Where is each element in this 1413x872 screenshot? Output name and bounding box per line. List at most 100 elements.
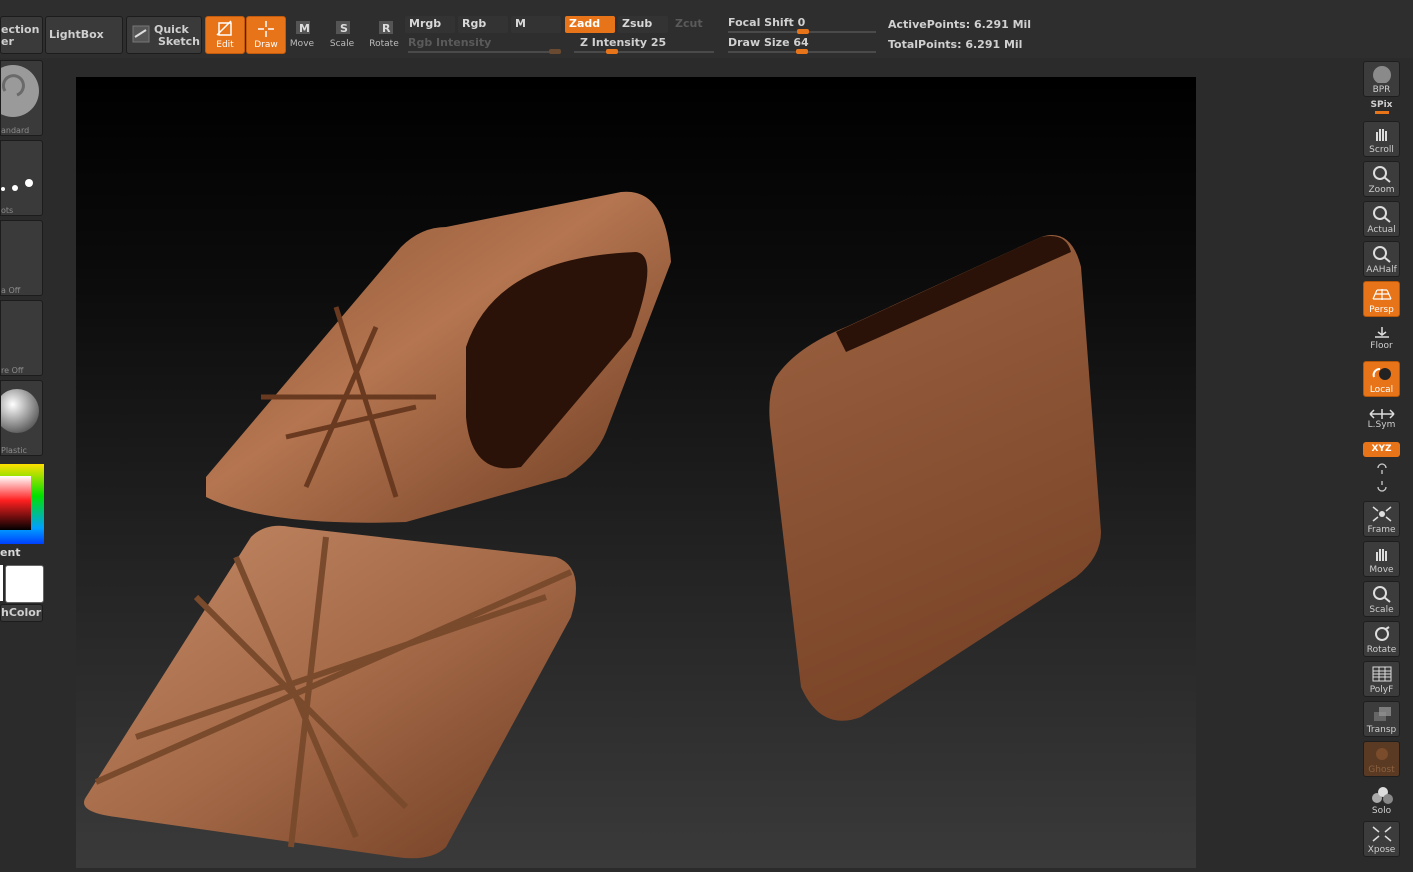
gradient-label: ent bbox=[0, 546, 21, 559]
z-intensity-value: 25 bbox=[650, 36, 667, 49]
rotate-y-icon bbox=[1376, 463, 1387, 474]
scroll-label: Scroll bbox=[1369, 145, 1394, 155]
right-shelf: BPR SPix Scroll Zoom Actual AAHalf Persp… bbox=[1356, 58, 1413, 868]
active-points-value: 6.291 Mil bbox=[973, 18, 1032, 31]
polyframe-grid-icon bbox=[1372, 666, 1391, 682]
solo-button[interactable]: Solo bbox=[1363, 786, 1400, 816]
local-button[interactable]: Local bbox=[1363, 361, 1400, 397]
edit-button[interactable]: Edit bbox=[205, 16, 245, 54]
mrgb-toggle[interactable]: Mrgb bbox=[405, 16, 455, 33]
scroll-button[interactable]: Scroll bbox=[1363, 121, 1400, 157]
scale-tool-icon: S bbox=[336, 21, 350, 35]
rotate-tool-icon: R bbox=[379, 21, 393, 35]
quick-sketch-button[interactable]: Quick Sketch bbox=[126, 16, 202, 54]
spix-slider[interactable]: SPix bbox=[1363, 100, 1400, 114]
rgb-toggle[interactable]: Rgb bbox=[458, 16, 508, 33]
dots-stroke-icon bbox=[1, 179, 33, 191]
m-toggle[interactable]: M bbox=[511, 16, 561, 33]
ghost-label: Ghost bbox=[1368, 765, 1395, 775]
hand-scroll-icon bbox=[1375, 129, 1387, 141]
scale-view-button[interactable]: Scale bbox=[1363, 581, 1400, 617]
total-points-display: TotalPoints: 6.291 Mil bbox=[888, 38, 1022, 51]
xpose-button[interactable]: Xpose bbox=[1363, 821, 1400, 857]
z-intensity-slider[interactable] bbox=[574, 49, 714, 54]
focal-shift-knob[interactable] bbox=[797, 29, 809, 34]
rgb-intensity-knob[interactable] bbox=[549, 49, 561, 54]
bead-top-left[interactable] bbox=[206, 191, 671, 523]
solo-label: Solo bbox=[1371, 806, 1392, 816]
zcut-toggle[interactable]: Zcut bbox=[671, 16, 711, 33]
bead-bottom-left[interactable] bbox=[84, 525, 576, 859]
spix-knob[interactable] bbox=[1374, 111, 1389, 114]
draw-size-display: Draw Size 64 bbox=[728, 36, 809, 49]
aahalf-button[interactable]: AAHalf bbox=[1363, 241, 1400, 277]
move-view-label: Move bbox=[1369, 565, 1394, 575]
lsym-button[interactable]: L.Sym bbox=[1363, 408, 1400, 430]
active-points-display: ActivePoints: 6.291 Mil bbox=[888, 18, 1031, 31]
rotate-tool-button[interactable]: R Rotate bbox=[364, 16, 404, 54]
alpha-thumbnail[interactable]: a Off bbox=[0, 220, 43, 296]
scale-tool-label: Scale bbox=[329, 39, 355, 49]
polyf-button[interactable]: PolyF bbox=[1363, 661, 1400, 697]
rotate-y-axis-button[interactable] bbox=[1363, 461, 1400, 475]
lsym-arrows-icon bbox=[1368, 409, 1395, 419]
z-intensity-knob[interactable] bbox=[606, 49, 618, 54]
sculpted-model[interactable] bbox=[76, 77, 1196, 868]
lightbox-button[interactable]: LightBox bbox=[45, 16, 123, 54]
zoom-label: Zoom bbox=[1368, 185, 1395, 195]
material-caption: Plastic bbox=[1, 446, 27, 455]
draw-size-slider[interactable] bbox=[728, 49, 876, 54]
texture-caption: re Off bbox=[1, 366, 24, 375]
transp-button[interactable]: Transp bbox=[1363, 701, 1400, 737]
rotate-z-axis-button[interactable] bbox=[1363, 480, 1400, 494]
focal-shift-slider[interactable] bbox=[728, 29, 876, 34]
top-toolbar: ection er LightBox Quick Sketch Edit Dra… bbox=[0, 0, 1413, 58]
document-canvas[interactable] bbox=[76, 77, 1196, 868]
rotate-tool-label: Rotate bbox=[369, 39, 399, 49]
hand-move-icon bbox=[1375, 549, 1387, 561]
draw-size-knob[interactable] bbox=[796, 49, 808, 54]
rgb-intensity-label: Rgb Intensity bbox=[408, 36, 492, 49]
floor-button[interactable]: Floor bbox=[1363, 321, 1400, 355]
draw-button[interactable]: Draw bbox=[246, 16, 286, 54]
zadd-toggle[interactable]: Zadd bbox=[565, 16, 615, 33]
brush-thumbnail[interactable]: andard bbox=[0, 60, 43, 136]
material-thumbnail[interactable]: Plastic bbox=[0, 380, 43, 456]
frame-icon bbox=[1372, 506, 1391, 522]
persp-button[interactable]: Persp bbox=[1363, 281, 1400, 317]
rgb-intensity-slider[interactable] bbox=[408, 49, 561, 54]
zsub-toggle[interactable]: Zsub bbox=[618, 16, 668, 33]
edit-label: Edit bbox=[216, 40, 234, 50]
actual-label: Actual bbox=[1367, 225, 1396, 235]
quick-sketch-icon bbox=[132, 25, 150, 43]
ghost-button[interactable]: Ghost bbox=[1363, 741, 1400, 777]
bead-right[interactable] bbox=[769, 235, 1101, 721]
local-label: Local bbox=[1369, 385, 1394, 395]
left-shelf: andard ots a Off re Off Plastic ent hCol… bbox=[0, 58, 50, 868]
scale-view-label: Scale bbox=[1369, 605, 1394, 615]
secondary-color-swatch[interactable] bbox=[5, 565, 44, 603]
frame-button[interactable]: Frame bbox=[1363, 501, 1400, 537]
color-picker[interactable] bbox=[0, 464, 44, 544]
primary-color-swatch[interactable] bbox=[0, 565, 3, 601]
stroke-caption: ots bbox=[1, 206, 14, 215]
draw-size-value: 64 bbox=[793, 36, 809, 49]
brush-icon bbox=[1, 65, 39, 117]
bpr-button[interactable]: BPR bbox=[1363, 61, 1400, 97]
move-tool-button[interactable]: M Move bbox=[282, 16, 322, 54]
rotate-view-button[interactable]: Rotate bbox=[1363, 621, 1400, 657]
zoom-button[interactable]: Zoom bbox=[1363, 161, 1400, 197]
material-sphere-icon bbox=[1, 389, 39, 433]
texture-thumbnail[interactable]: re Off bbox=[0, 300, 43, 376]
move-view-button[interactable]: Move bbox=[1363, 541, 1400, 577]
actual-button[interactable]: Actual bbox=[1363, 201, 1400, 237]
scale-tool-button[interactable]: S Scale bbox=[322, 16, 362, 54]
move-tool-icon: M bbox=[296, 21, 310, 35]
switch-color-button[interactable]: hColor bbox=[0, 604, 43, 622]
move-key: M bbox=[299, 22, 310, 35]
stroke-thumbnail[interactable]: ots bbox=[0, 140, 43, 216]
draw-icon bbox=[258, 21, 274, 37]
color-picker-field[interactable] bbox=[0, 476, 31, 530]
xyz-button[interactable]: XYZ bbox=[1363, 442, 1400, 457]
projection-master-button[interactable]: ection er bbox=[0, 16, 43, 54]
